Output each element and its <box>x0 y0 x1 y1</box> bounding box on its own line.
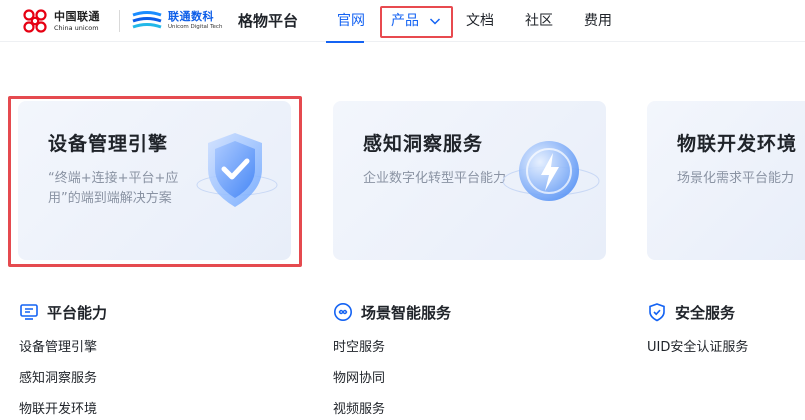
china-unicom-knot-icon <box>23 9 47 33</box>
nav-pricing-label: 费用 <box>584 13 612 29</box>
unicom-digital-tech-logo[interactable]: 联通数科 Unicom Digital Tech <box>131 6 222 36</box>
card-title: 物联开发环境 <box>677 133 798 155</box>
card-description: “终端+连接+平台+应用”的端到端解决方案 <box>48 171 179 206</box>
card-description: 场景化需求平台能力 <box>677 171 795 186</box>
active-nav-underline <box>326 41 364 43</box>
link-spatiotemporal-service[interactable]: 时空服务 <box>333 339 385 370</box>
nav-community-label: 社区 <box>525 13 553 29</box>
link-device-management-engine[interactable]: 设备管理引擎 <box>19 339 97 370</box>
section-title: 安全服务 <box>675 303 736 322</box>
digital-tech-en: Unicom Digital Tech <box>168 24 223 31</box>
card-title: 感知洞察服务 <box>363 133 484 155</box>
china-unicom-en: China unicom <box>54 23 99 32</box>
section-title: 场景智能服务 <box>361 303 452 322</box>
section-security-services: 安全服务 UID安全认证服务 <box>647 300 748 355</box>
lightning-orb-icon <box>502 141 600 201</box>
nav-official-label: 官网 <box>337 13 365 29</box>
nav-product-dropdown[interactable]: 产品 <box>380 6 453 38</box>
digital-tech-wave-icon <box>132 11 162 29</box>
monitor-icon <box>20 304 38 320</box>
link-iot-network-collab[interactable]: 物网协同 <box>333 370 385 401</box>
shield-icon <box>649 303 665 322</box>
nav-docs-label: 文档 <box>466 13 494 29</box>
section-title: 平台能力 <box>47 303 108 322</box>
section-platform-capability: 平台能力 设备管理引擎 感知洞察服务 物联开发环境 <box>19 300 108 418</box>
shield-check-icon <box>196 133 278 207</box>
top-nav-bar: 中国联通 China unicom 联通数科 Unicom Digital Te… <box>0 0 805 43</box>
link-uid-auth-service[interactable]: UID安全认证服务 <box>647 339 748 370</box>
china-unicom-logo[interactable]: 中国联通 China unicom <box>20 6 100 36</box>
product-card-iot-dev-env[interactable]: 物联开发环境 场景化需求平台能力 <box>647 101 805 260</box>
link-video-service[interactable]: 视频服务 <box>333 401 385 420</box>
digital-tech-cn: 联通数科 <box>168 10 214 24</box>
link-iot-dev-environment[interactable]: 物联开发环境 <box>19 401 97 420</box>
loop-icon <box>334 303 352 321</box>
chevron-down-icon <box>429 18 441 25</box>
section-scene-intelligence: 场景智能服务 时空服务 物网协同 视频服务 <box>333 300 452 417</box>
nav-product-label: 产品 <box>391 13 419 29</box>
link-perception-insight-service[interactable]: 感知洞察服务 <box>19 370 97 401</box>
nav-official-site[interactable]: 官网 <box>326 0 365 43</box>
product-card-device-management[interactable]: 设备管理引擎 “终端+连接+平台+应用”的端到端解决方案 <box>18 101 291 260</box>
card-title: 设备管理引擎 <box>48 133 169 155</box>
logo-divider <box>119 10 120 32</box>
platform-name: 格物平台 <box>238 12 299 30</box>
china-unicom-cn: 中国联通 <box>54 9 100 23</box>
product-card-perception-insight[interactable]: 感知洞察服务 企业数字化转型平台能力 <box>333 101 606 260</box>
